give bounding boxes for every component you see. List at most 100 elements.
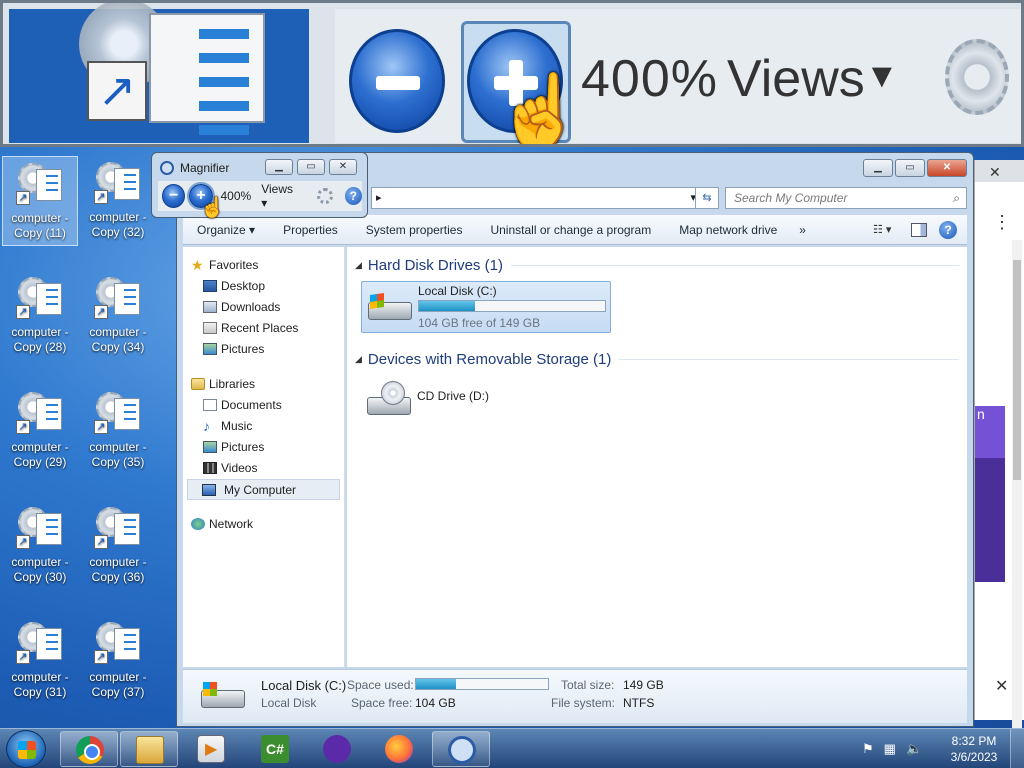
taskbar-csharp[interactable]: C# — [246, 731, 304, 767]
close-icon[interactable]: ✕ — [989, 164, 1001, 181]
action-center-flag-icon[interactable]: ⚑ — [862, 741, 874, 757]
libraries-icon — [191, 378, 205, 390]
nav-item-pictures[interactable]: Pictures — [183, 339, 344, 360]
organize-button[interactable]: Organize ▾ — [183, 223, 269, 237]
desktop-shortcut-label: computer - Copy (35) — [89, 440, 147, 469]
search-icon[interactable]: ⌕ — [953, 188, 960, 208]
nav-item-recent-places[interactable]: Recent Places — [183, 318, 344, 339]
nav-item-videos[interactable]: Videos — [183, 458, 344, 479]
cd-drive-icon — [365, 381, 413, 421]
nav-item-my-computer[interactable]: My Computer — [187, 479, 340, 500]
help-icon[interactable]: ? — [344, 187, 362, 205]
window-controls: ▁ ▭ ✕ — [265, 159, 357, 175]
help-icon[interactable]: ? — [939, 220, 957, 239]
more-commands-button[interactable]: » — [791, 223, 814, 237]
total-size-value: 149 GB — [623, 678, 664, 692]
search-input[interactable]: Search My Computer ⌕ — [725, 187, 967, 209]
magnifier-toolbar: − + 400% Views ▾ ? — [158, 181, 362, 211]
file-system-value: NTFS — [623, 696, 655, 710]
nav-item-network[interactable]: Network — [183, 514, 344, 535]
shortcut-icon: ↗ — [94, 160, 142, 208]
drive-name: CD Drive (D:) — [417, 389, 489, 403]
desktop-shortcut[interactable]: ↗ computer - Copy (11) — [2, 156, 78, 246]
drive-usage-bar — [418, 300, 606, 312]
desktop-shortcut-label: computer - Copy (11) — [11, 211, 69, 240]
refresh-icon[interactable]: ⇆ — [695, 187, 719, 209]
desktop-shortcut[interactable]: ↗ computer - Copy (30) — [2, 501, 78, 591]
minimize-button[interactable]: ▁ — [863, 159, 893, 177]
system-properties-button[interactable]: System properties — [352, 223, 477, 237]
map-network-drive-button[interactable]: Map network drive — [665, 223, 791, 237]
nav-item-libraries[interactable]: Libraries — [183, 374, 344, 395]
volume-icon[interactable]: 🔈 — [906, 741, 922, 757]
desktop-shortcut-label: computer - Copy (32) — [89, 210, 147, 239]
desktop-shortcut[interactable]: ↗ computer - Copy (34) — [80, 271, 156, 361]
zoom-out-button[interactable]: − — [162, 184, 186, 208]
desktop-shortcut[interactable]: ↗ computer - Copy (31) — [2, 616, 78, 706]
browser-scrollbar[interactable] — [1012, 240, 1022, 730]
clock-time: 8:32 PM — [951, 734, 997, 748]
properties-button[interactable]: Properties — [269, 223, 352, 237]
uninstall-program-button[interactable]: Uninstall or change a program — [476, 223, 665, 237]
zoomed-magnifier-toolbar: ☝ 400% Views ▼ — [335, 9, 1021, 144]
close-button[interactable]: ✕ — [927, 159, 967, 177]
drive-tile-local-disk[interactable]: Local Disk (C:) 104 GB free of 149 GB — [361, 281, 611, 333]
zoomed-desktop-icon: ↗ — [9, 3, 309, 143]
nav-item-favorites[interactable]: ★ Favorites — [183, 255, 344, 276]
taskbar-explorer[interactable] — [120, 731, 178, 767]
taskbar-chrome[interactable] — [60, 731, 118, 767]
desktop-shortcut[interactable]: ↗ computer - Copy (36) — [80, 501, 156, 591]
explorer-window: ▁ ▭ ✕ ▸ ▾ ⇆ Search My Computer ⌕ Organize… — [176, 152, 974, 727]
taskbar-magnifier[interactable] — [432, 731, 490, 767]
change-view-icon[interactable]: ☷ ▾ — [873, 223, 899, 237]
minimize-button[interactable]: ▁ — [265, 159, 293, 175]
show-desktop-button[interactable] — [1010, 729, 1024, 768]
gear-icon[interactable] — [316, 188, 333, 204]
nav-item-pictures-library[interactable]: Pictures — [183, 437, 344, 458]
maximize-button[interactable]: ▭ — [895, 159, 925, 177]
collapse-triangle-icon[interactable]: ◢ — [355, 260, 362, 271]
taskbar-media-player[interactable] — [182, 731, 240, 767]
media-player-icon — [197, 735, 225, 763]
shortcut-icon: ↗ — [94, 505, 142, 553]
views-dropdown[interactable]: Views ▾ — [261, 182, 301, 210]
group-header-hard-disks[interactable]: ◢ Hard Disk Drives (1) — [355, 255, 959, 275]
window-controls: ▁ ▭ ✕ — [863, 159, 967, 177]
start-button[interactable] — [6, 730, 46, 768]
collapse-triangle-icon[interactable]: ◢ — [355, 354, 362, 365]
taskbar-mask-app[interactable] — [308, 731, 366, 767]
kebab-menu-icon[interactable]: ⋮ — [993, 212, 1011, 233]
preview-pane-icon[interactable] — [911, 222, 927, 237]
close-icon[interactable]: ✕ — [995, 676, 1008, 696]
drive-free-text: 104 GB free of 149 GB — [418, 316, 541, 330]
address-bar[interactable]: ▸ ▾ — [371, 187, 701, 209]
magnifier-icon — [160, 161, 174, 175]
computer-icon — [202, 484, 216, 496]
file-system-label: File system: — [551, 696, 616, 710]
shortcut-icon: ↗ — [16, 161, 64, 209]
nav-item-documents[interactable]: Documents — [183, 395, 344, 416]
nav-item-music[interactable]: ♪ Music — [183, 416, 344, 437]
maximize-button[interactable]: ▭ — [297, 159, 325, 175]
desktop-shortcut-label: computer - Copy (34) — [89, 325, 147, 354]
nav-item-desktop[interactable]: Desktop — [183, 276, 344, 297]
taskbar-firefox[interactable] — [370, 731, 428, 767]
group-header-removable[interactable]: ◢ Devices with Removable Storage (1) — [355, 349, 959, 369]
desktop-shortcut[interactable]: ↗ computer - Copy (28) — [2, 271, 78, 361]
desktop-shortcut[interactable]: ↗ computer - Copy (32) — [80, 156, 156, 246]
mask-app-icon — [323, 735, 351, 763]
desktop-shortcut[interactable]: ↗ computer - Copy (35) — [80, 386, 156, 476]
desktop-shortcut[interactable]: ↗ computer - Copy (29) — [2, 386, 78, 476]
desktop-shortcut[interactable]: ↗ computer - Copy (37) — [80, 616, 156, 706]
network-icon[interactable]: ▦ — [884, 741, 896, 757]
nav-item-downloads[interactable]: Downloads — [183, 297, 344, 318]
shortcut-icon: ↗ — [94, 620, 142, 668]
drive-tile-cd-drive[interactable]: CD Drive (D:) — [361, 375, 611, 427]
star-icon: ★ — [191, 257, 204, 273]
csharp-icon: C# — [261, 735, 289, 763]
close-button[interactable]: ✕ — [329, 159, 357, 175]
pictures-icon — [203, 343, 217, 355]
folder-icon — [136, 736, 164, 764]
clock[interactable]: 8:32 PM 3/6/2023 — [946, 733, 1002, 765]
hand-cursor-icon: ☝ — [200, 197, 225, 219]
